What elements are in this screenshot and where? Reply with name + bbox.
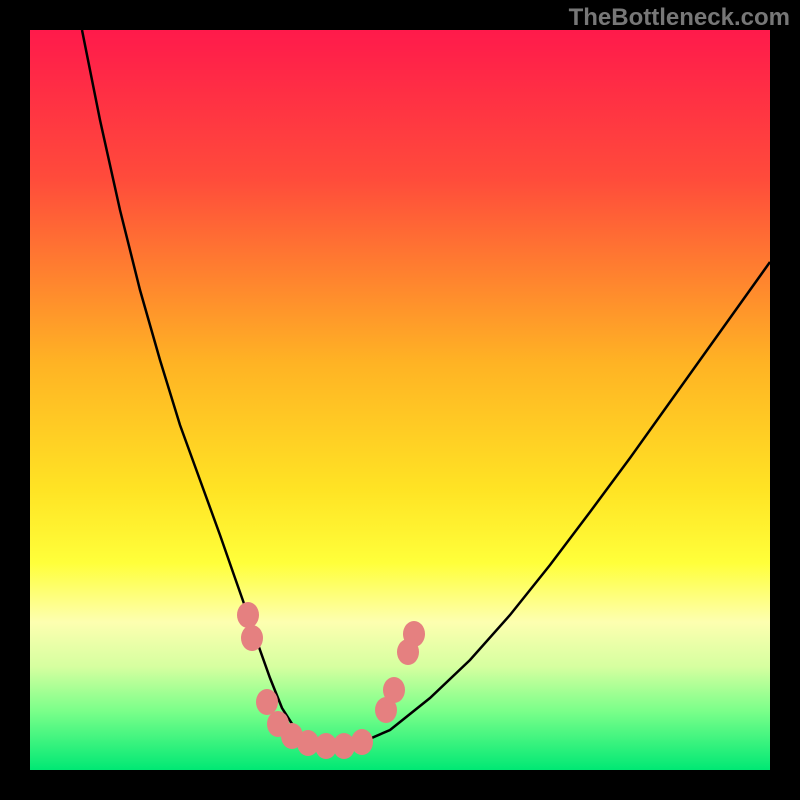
chart-svg — [30, 30, 770, 770]
watermark-text: TheBottleneck.com — [569, 4, 790, 32]
highlight-point — [237, 602, 259, 628]
plot-area — [30, 30, 770, 770]
highlight-point — [241, 625, 263, 651]
highlight-point — [256, 689, 278, 715]
chart-frame: TheBottleneck.com — [0, 0, 800, 800]
highlight-point — [383, 677, 405, 703]
highlight-point — [351, 729, 373, 755]
highlight-point — [403, 621, 425, 647]
